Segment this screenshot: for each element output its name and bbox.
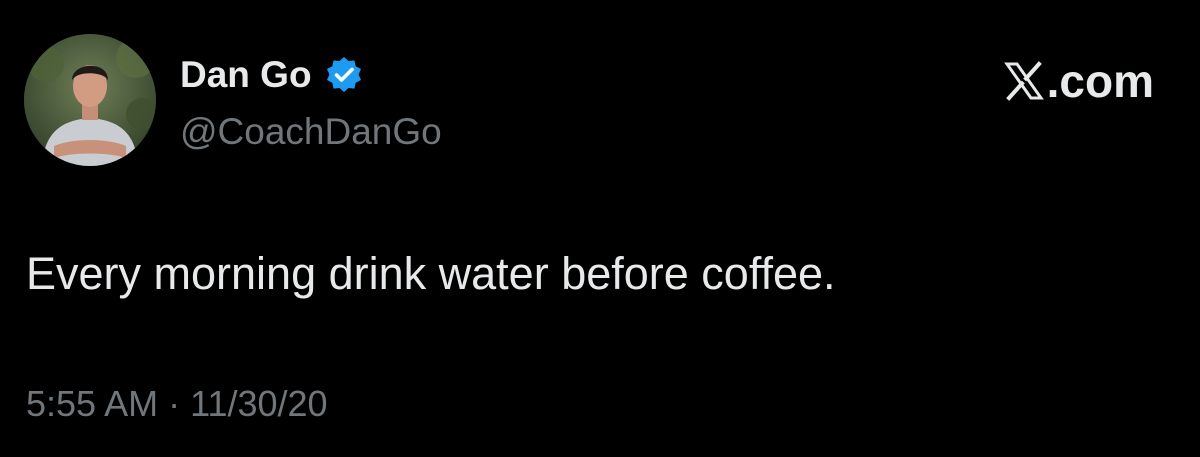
tweet-text: Every morning drink water before coffee. bbox=[26, 248, 836, 299]
avatar-image bbox=[24, 34, 156, 166]
brand-mark: .com bbox=[1003, 56, 1154, 106]
x-logo-icon bbox=[1003, 60, 1045, 102]
author-handle[interactable]: @CoachDanGo bbox=[180, 110, 442, 154]
timestamp-separator: · bbox=[168, 383, 181, 424]
author-display-name[interactable]: Dan Go bbox=[180, 52, 312, 98]
tweet-timestamp[interactable]: 5:55 AM · 11/30/20 bbox=[26, 380, 328, 428]
author-name-row[interactable]: Dan Go bbox=[180, 52, 364, 98]
tweet-card: Dan Go @CoachDanGo .com Every morning dr… bbox=[0, 0, 1200, 457]
verified-badge-icon bbox=[324, 55, 364, 95]
tweet-time: 5:55 AM bbox=[26, 383, 159, 424]
avatar[interactable] bbox=[24, 34, 156, 166]
brand-domain-text: .com bbox=[1046, 55, 1154, 107]
tweet-date: 11/30/20 bbox=[190, 383, 328, 424]
